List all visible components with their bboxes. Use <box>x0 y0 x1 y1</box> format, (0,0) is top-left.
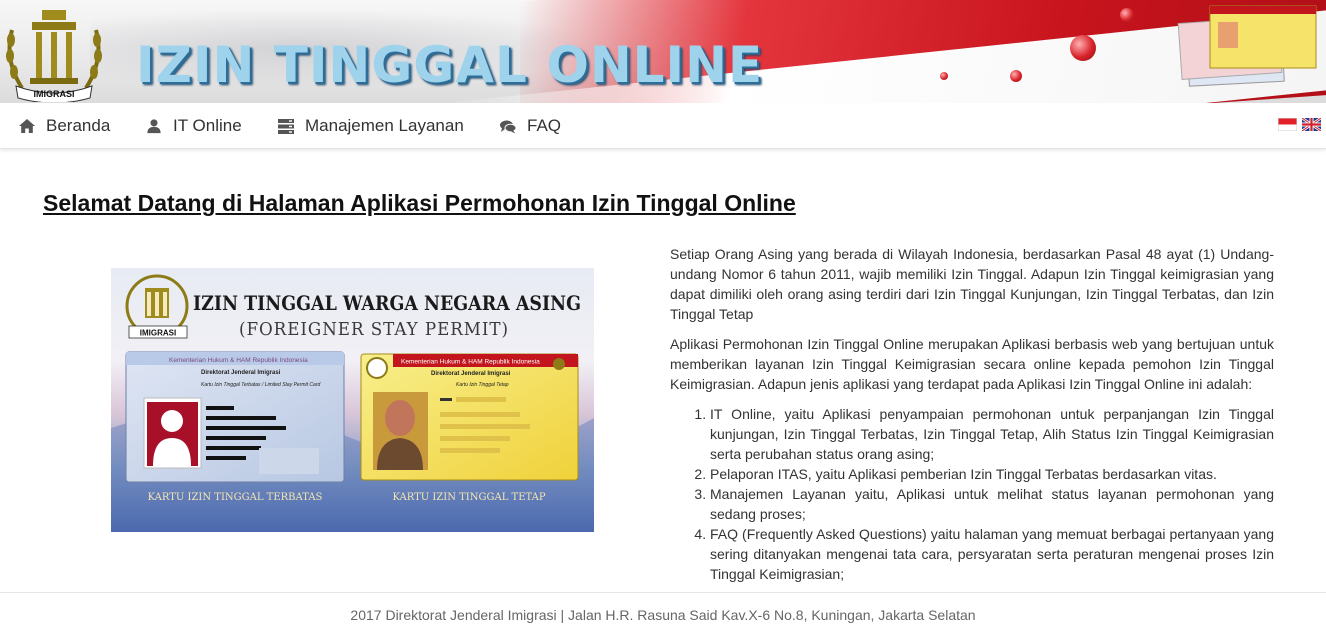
footer: 2017 Direktorat Jenderal Imigrasi | Jala… <box>0 592 1326 632</box>
footer-text: 2017 Direktorat Jenderal Imigrasi | Jala… <box>350 607 976 623</box>
card-caption-left: KARTU IZIN TINGGAL TERBATAS <box>148 492 323 503</box>
molecule-decoration <box>1010 70 1022 82</box>
nav-item-manajemen-layanan[interactable]: Manajemen Layanan <box>277 103 464 149</box>
page-title: Selamat Datang di Halaman Aplikasi Permo… <box>43 190 796 216</box>
uk-flag-icon[interactable] <box>1302 118 1321 131</box>
svg-text:Direktorat Jenderal Imigrasi: Direktorat Jenderal Imigrasi <box>201 370 281 376</box>
home-icon <box>19 119 35 133</box>
header-banner: IMIGRASI IZIN TINGGAL ONLINE <box>0 0 1326 103</box>
card-caption-right: KARTU IZIN TINGGAL TETAP <box>392 492 545 503</box>
main-nav: Beranda IT Online Manajemen Layanan FAQ <box>0 103 1326 149</box>
nav-label: Manajemen Layanan <box>305 116 464 135</box>
banner-title: IZIN TINGGAL ONLINE <box>136 36 764 94</box>
list-item: Pelaporan ITAS, yaitu Aplikasi pemberian… <box>710 464 1274 484</box>
nav-item-it-online[interactable]: IT Online <box>146 103 242 149</box>
list-item: IT Online, yaitu Aplikasi penyampaian pe… <box>710 404 1274 464</box>
nav-label: Beranda <box>46 116 111 135</box>
svg-text:IMIGRASI: IMIGRASI <box>140 329 176 338</box>
list-item: FAQ (Frequently Asked Questions) yaitu h… <box>710 524 1274 584</box>
foreigner-stay-permit-image: IMIGRASI IZIN TINGGAL WARGA NEGARA ASING… <box>111 268 594 532</box>
hero-subheading: (FOREIGNER STAY PERMIT) <box>239 319 509 340</box>
comments-icon <box>500 120 517 134</box>
svg-text:Direktorat Jenderal Imigrasi: Direktorat Jenderal Imigrasi <box>431 371 511 377</box>
user-icon <box>147 119 161 134</box>
apps-paragraph: Aplikasi Permohonan Izin Tinggal Online … <box>670 336 1274 392</box>
svg-text:IMIGRASI: IMIGRASI <box>33 89 74 99</box>
nav-label: FAQ <box>527 116 562 135</box>
molecule-decoration <box>1120 8 1134 22</box>
server-icon <box>278 119 294 134</box>
hero-heading: IZIN TINGGAL WARGA NEGARA ASING <box>193 291 581 315</box>
nav-item-beranda[interactable]: Beranda <box>18 103 110 149</box>
svg-text:Kementerian Hukum & HAM Republ: Kementerian Hukum & HAM Republik Indones… <box>169 357 308 364</box>
application-list: IT Online, yaitu Aplikasi penyampaian pe… <box>710 404 1274 584</box>
indonesia-flag-icon[interactable] <box>1278 118 1297 131</box>
intro-content: Setiap Orang Asing yang berada di Wilaya… <box>670 244 1274 584</box>
svg-text:Kementerian Hukum & HAM Republ: Kementerian Hukum & HAM Republik Indones… <box>401 359 540 366</box>
list-item: Manajemen Layanan yaitu, Aplikasi untuk … <box>710 484 1274 524</box>
svg-text:Kartu Izin Tinggal Terbatas /: Kartu Izin Tinggal Terbatas / Limited St… <box>201 382 320 388</box>
molecule-decoration <box>940 72 948 80</box>
nav-label: IT Online <box>173 116 242 135</box>
permit-cards-decoration <box>1177 5 1317 87</box>
molecule-decoration <box>1070 35 1096 61</box>
nav-item-faq[interactable]: FAQ <box>499 103 561 149</box>
svg-text:Kartu Izin Tinggal Tetap: Kartu Izin Tinggal Tetap <box>456 382 509 388</box>
limited-stay-permit-card: Kementerian Hukum & HAM Republik Indones… <box>125 351 345 503</box>
intro-paragraph: Setiap Orang Asing yang berada di Wilaya… <box>670 246 1274 322</box>
imigrasi-emblem-logo: IMIGRASI <box>6 10 102 102</box>
